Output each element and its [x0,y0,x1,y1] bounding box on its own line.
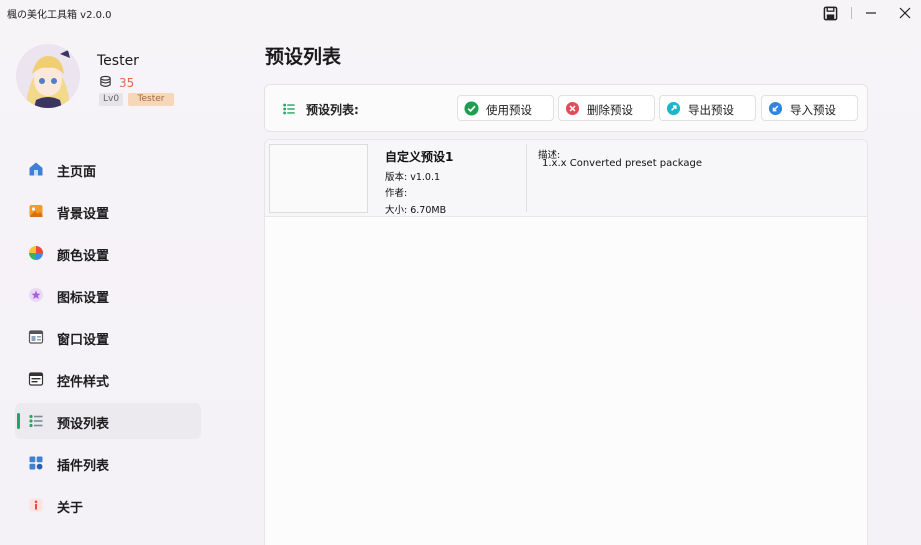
preset-name: 自定义预设1 [385,150,454,164]
sidebar-item-label: 预设列表 [57,417,110,432]
import-icon [768,101,783,116]
sidebar-item-control[interactable]: 控件样式 [15,361,201,397]
button-label: 导入预设 [790,103,836,117]
sidebar-item-window[interactable]: 窗口设置 [15,319,201,355]
export-preset-button[interactable]: 导出预设 [659,95,756,121]
sidebar-item-home[interactable]: 主页面 [15,151,201,187]
coin-row: 35 [99,73,134,92]
plugin-icon [28,455,44,471]
home-icon [28,161,44,177]
info-icon [28,497,44,513]
sidebar-item-label: 颜色设置 [57,249,110,264]
close-button[interactable] [894,3,916,23]
preset-author: 作者: [385,188,408,199]
role-badge: Tester [128,93,174,106]
import-preset-button[interactable]: 导入预设 [761,95,858,121]
preset-size: 大小: 6.70MB [385,205,447,216]
sidebar-item-color[interactable]: 颜色设置 [15,235,201,271]
user-name: Tester [97,53,139,69]
preset-list: 自定义预设1 版本: v1.0.1 作者: 大小: 6.70MB 描述: 1.x… [264,139,868,545]
sidebar-item-background[interactable]: 背景设置 [15,193,201,229]
page-title: 预设列表 [265,46,342,68]
sidebar-item-label: 主页面 [57,165,97,180]
active-indicator [17,413,20,429]
toolbar-label: 预设列表: [306,103,359,117]
level-badge: Lv0 [99,93,124,106]
list-icon [28,413,44,429]
sidebar-item-label: 背景设置 [57,207,110,222]
preset-toolbar: 预设列表: 使用预设 删除预设 导出预设 导入预设 [264,84,868,132]
app-window: 楓の美化工具箱 v2.0.0 Tester 35 Lv0 Tester 主页面 … [0,0,921,545]
coin-icon [99,73,112,92]
palette-icon [28,245,44,261]
button-label: 导出预设 [688,103,734,117]
title-bar: 楓の美化工具箱 v2.0.0 [0,0,921,26]
app-title: 楓の美化工具箱 v2.0.0 [7,10,112,21]
use-preset-button[interactable]: 使用预设 [457,95,554,121]
control-icon [28,371,44,387]
sidebar-item-label: 关于 [57,501,84,516]
save-icon[interactable] [819,3,841,23]
delete-icon [565,101,580,116]
button-label: 使用预设 [486,103,532,117]
sidebar-item-label: 插件列表 [57,459,110,474]
sidebar-item-about[interactable]: 关于 [15,487,201,523]
star-icon [28,287,44,303]
image-icon [28,203,44,219]
sidebar-item-label: 窗口设置 [57,333,110,348]
delete-preset-button[interactable]: 删除预设 [558,95,655,121]
titlebar-separator [851,7,852,19]
export-icon [666,101,681,116]
preset-divider [526,144,527,212]
preset-item[interactable]: 自定义预设1 版本: v1.0.1 作者: 大小: 6.70MB 描述: 1.x… [265,140,867,217]
preset-version: 版本: v1.0.1 [385,172,441,183]
preset-description: 1.x.x Converted preset package [542,158,703,169]
preset-thumbnail [269,144,368,213]
button-label: 删除预设 [587,103,633,117]
sidebar-item-plugins[interactable]: 插件列表 [15,445,201,481]
sidebar-item-icon[interactable]: 图标设置 [15,277,201,313]
check-icon [464,101,479,116]
sidebar-item-label: 图标设置 [57,291,110,306]
window-icon [28,329,44,345]
minimize-button[interactable] [860,3,882,23]
coin-count: 35 [119,75,135,90]
list-icon [282,101,296,115]
sidebar-item-label: 控件样式 [57,375,110,390]
sidebar-item-presets[interactable]: 预设列表 [15,403,201,439]
avatar[interactable] [16,44,80,108]
